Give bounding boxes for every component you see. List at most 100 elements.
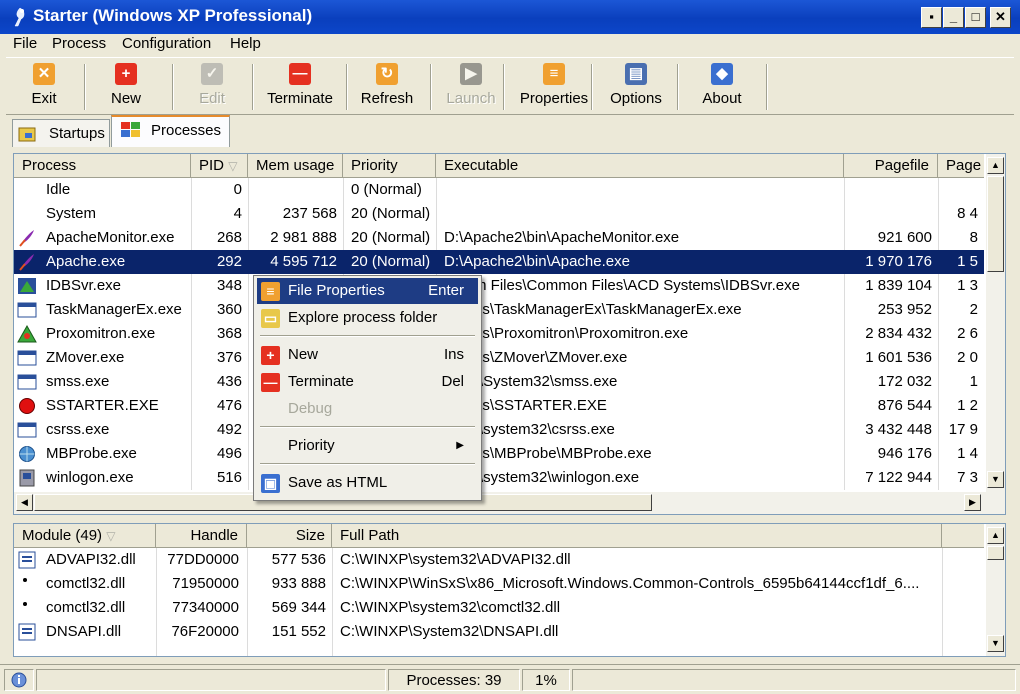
status-extra-panel xyxy=(572,669,1016,691)
scroll-right-button[interactable]: ▶ xyxy=(964,494,981,511)
title-bar[interactable]: Starter (Windows XP Professional) ▪ _ □ … xyxy=(0,0,1020,34)
cell-name: DNSAPI.dll xyxy=(46,623,122,640)
menu-help[interactable]: Help xyxy=(228,35,263,52)
table-row[interactable]: ADVAPI32.dll 77DD0000 577 536 C:\WINXP\syst… xyxy=(14,548,984,572)
col-handle[interactable]: Handle xyxy=(156,524,247,548)
col-size[interactable]: Size xyxy=(247,524,332,548)
col-mem[interactable]: Mem usage xyxy=(248,154,343,178)
tab-processes[interactable]: Processes xyxy=(111,115,230,147)
table-row[interactable]: SSTARTER.EXE 476 inApps\SSTARTER.EXE 876 54… xyxy=(14,394,984,418)
menu-separator xyxy=(260,426,475,428)
cell-name: System xyxy=(46,205,97,222)
process-hscrollbar[interactable]: ◀ ▶ xyxy=(14,492,1005,514)
col-fullpath-label: Full Path xyxy=(340,527,400,544)
cell-page: 1 2 xyxy=(957,397,978,414)
cell-exe: INXP\System32\smss.exe xyxy=(444,373,618,390)
close-button[interactable]: ✕ xyxy=(990,7,1011,28)
table-row[interactable]: smss.exe 436 INXP\System32\smss.exe 172 032… xyxy=(14,370,984,394)
module-list[interactable]: Module (49) ▽ Handle Size Full Path ADVA… xyxy=(13,523,1006,657)
menu-item-save-as-html[interactable]: ▣ Save as HTML xyxy=(257,470,478,496)
about-button[interactable]: ◆ About xyxy=(686,63,758,113)
menu-configuration[interactable]: Configuration xyxy=(120,35,213,52)
status-empty-panel xyxy=(36,669,386,691)
table-row[interactable]: csrss.exe 492 INXP\system32\csrss.exe 3 432… xyxy=(14,418,984,442)
table-row[interactable]: comctl32.dll 77340000 569 344 C:\WINXP\syst… xyxy=(14,596,984,620)
cell-name: IDBSvr.exe xyxy=(46,277,122,294)
process-vscrollbar[interactable]: ▲ ▼ xyxy=(986,154,1005,492)
menu-item-terminate[interactable]: — Terminate Del xyxy=(257,369,478,395)
col-executable[interactable]: Executable xyxy=(436,154,844,178)
col-process[interactable]: Process xyxy=(14,154,191,178)
module-vscrollbar[interactable]: ▲ ▼ xyxy=(986,524,1005,656)
status-info-icon xyxy=(11,672,27,688)
menu-separator xyxy=(260,463,475,465)
table-row[interactable]: Apache.exe 292 4 595 712 20 (Normal) D:\Apac… xyxy=(14,250,984,274)
process-list[interactable]: Process PID ▽ Mem usage Priority Executa… xyxy=(13,153,1006,515)
table-row[interactable]: Proxomitron.exe 368 inApps\Proxomitron\Pro… xyxy=(14,322,984,346)
exit-button-label: Exit xyxy=(31,90,57,107)
new-button[interactable]: + New xyxy=(92,63,160,113)
table-row[interactable]: Idle 0 0 (Normal) xyxy=(14,178,984,202)
col-pid[interactable]: PID ▽ xyxy=(191,154,248,178)
properties-button[interactable]: ≡ Properties xyxy=(511,63,597,113)
scroll-up-button[interactable]: ▲ xyxy=(987,157,1004,174)
scroll-left-button[interactable]: ◀ xyxy=(16,494,33,511)
menu-item-file-properties[interactable]: ≡ File Properties Enter xyxy=(257,278,478,304)
rollup-icon: ▪ xyxy=(929,9,934,24)
options-button[interactable]: ▤ Options xyxy=(599,63,673,113)
cell-pid: 492 xyxy=(216,421,242,438)
col-page-label: Page xyxy=(946,157,982,174)
menu-item-explore-process-folder[interactable]: ▭ Explore process folder xyxy=(257,305,478,331)
minimize-button[interactable]: _ xyxy=(943,7,964,28)
cell-path: C:\WINXP\system32\comctl32.dll xyxy=(340,599,561,616)
module-scroll-thumb[interactable] xyxy=(987,546,1004,560)
col-process-label: Process xyxy=(22,157,77,174)
cell-page: 1 5 xyxy=(957,253,978,270)
menu-process[interactable]: Process xyxy=(50,35,108,52)
module-scroll-up-button[interactable]: ▲ xyxy=(987,527,1004,544)
tab-startups[interactable]: Startups xyxy=(12,119,110,147)
table-row[interactable]: winlogon.exe 516 INXP\system32\winlogon.ex… xyxy=(14,466,984,490)
cell-exe: inApps\MBProbe\MBProbe.exe xyxy=(444,445,652,462)
col-page[interactable]: Page xyxy=(938,154,984,178)
launch-button[interactable]: ▶ Launch xyxy=(438,63,504,113)
menu-item-label: New xyxy=(288,346,319,363)
scroll-down-button[interactable]: ▼ xyxy=(987,471,1004,488)
cell-pid: 348 xyxy=(216,277,242,294)
module-scroll-down-button[interactable]: ▼ xyxy=(987,635,1004,652)
table-row[interactable]: comctl32.dll 71950000 933 888 C:\WINXP\WinS… xyxy=(14,572,984,596)
table-row[interactable]: TaskManagerEx.exe 360 inApps\TaskManagerEx… xyxy=(14,298,984,322)
status-icon-panel xyxy=(4,669,34,691)
col-priority[interactable]: Priority xyxy=(343,154,436,178)
edit-button[interactable]: ✓ Edit xyxy=(182,63,242,113)
module-rows: ADVAPI32.dll 77DD0000 577 536 C:\WINXP\syst… xyxy=(14,548,984,656)
menu-item-new[interactable]: + New Ins xyxy=(257,342,478,368)
table-row[interactable]: IDBSvr.exe 348 ogram Files\Common Files\AC… xyxy=(14,274,984,298)
cell-priority: 0 (Normal) xyxy=(351,181,422,198)
table-row[interactable]: ZMover.exe 376 inApps\ZMover\ZMover.exe 1 6… xyxy=(14,346,984,370)
refresh-button[interactable]: ↻ Refresh xyxy=(352,63,422,113)
scroll-thumb[interactable] xyxy=(987,176,1004,272)
table-row[interactable]: MBProbe.exe 496 inApps\MBProbe\MBProbe.exe… xyxy=(14,442,984,466)
cell-name: ADVAPI32.dll xyxy=(46,551,136,568)
cell-exe: inApps\Proxomitron\Proxomitron.exe xyxy=(444,325,689,342)
col-pagefile[interactable]: Pagefile xyxy=(844,154,938,178)
col-module[interactable]: Module (49) ▽ xyxy=(14,524,156,548)
exit-button[interactable]: ✕ Exit xyxy=(14,63,74,113)
edit-button-label: Edit xyxy=(199,90,225,107)
toolbar-separator xyxy=(677,64,679,110)
table-row[interactable]: System 4 237 568 20 (Normal) 8 4 xyxy=(14,202,984,226)
terminate-icon: — xyxy=(261,373,280,392)
menu-file[interactable]: File xyxy=(11,35,39,52)
maximize-button[interactable]: □ xyxy=(965,7,986,28)
rollup-button[interactable]: ▪ xyxy=(921,7,942,28)
status-processes: Processes: 39 xyxy=(388,669,520,691)
table-row[interactable]: DNSAPI.dll 76F20000 151 552 C:\WINXP\System… xyxy=(14,620,984,644)
cell-pagefile: 1 601 536 xyxy=(865,349,932,366)
terminate-button[interactable]: — Terminate xyxy=(260,63,340,113)
starter-app-icon[interactable] xyxy=(10,6,30,28)
menu-item-priority[interactable]: Priority ▶ xyxy=(257,433,478,459)
col-blank xyxy=(942,524,984,548)
col-fullpath[interactable]: Full Path xyxy=(332,524,942,548)
table-row[interactable]: ApacheMonitor.exe 268 2 981 888 20 (Normal)… xyxy=(14,226,984,250)
